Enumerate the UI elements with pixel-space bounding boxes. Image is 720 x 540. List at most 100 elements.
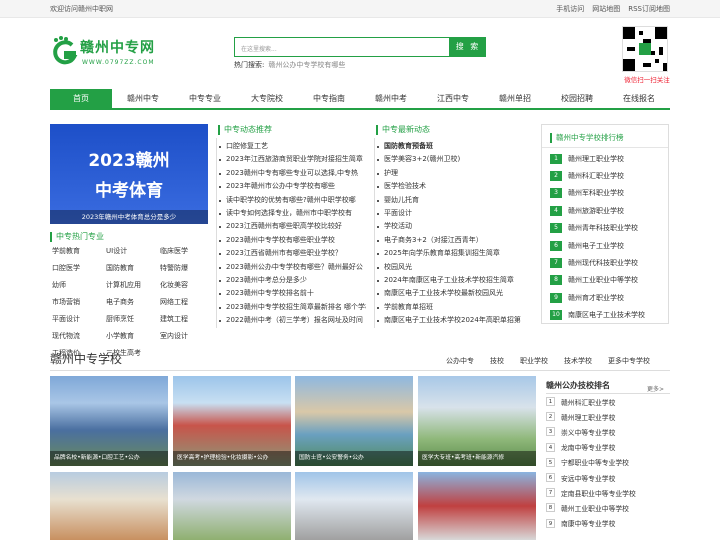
- school-card[interactable]: 医学高考•护理检验•化妆摄影•公办: [173, 376, 291, 466]
- news-link[interactable]: 口腔修复工艺: [218, 140, 366, 153]
- news-link[interactable]: 2023年江西旅游商贸职业学院对接招生简章: [218, 153, 366, 166]
- public-rank-item[interactable]: 6 安远中等专业学校: [546, 470, 670, 485]
- major-link[interactable]: 厨师烹饪: [106, 314, 158, 324]
- news-link[interactable]: 医学美容3+2(赣州卫校): [376, 153, 526, 166]
- tab-more[interactable]: 更多中专学校: [608, 356, 650, 366]
- major-link[interactable]: 电子商务: [106, 297, 158, 307]
- public-rank-more[interactable]: 更多>: [647, 384, 664, 393]
- major-link[interactable]: 幼师: [52, 280, 104, 290]
- nav-item[interactable]: 中专指南: [298, 89, 360, 108]
- news-link[interactable]: 学校活动: [376, 220, 526, 233]
- news-link[interactable]: 南康区电子工业技术学校2024年高职单招第: [376, 314, 526, 327]
- major-link[interactable]: 临床医学: [160, 246, 212, 256]
- tab-tech-school[interactable]: 技术学校: [564, 356, 592, 366]
- public-rank-item[interactable]: 9 南康中等专业学校: [546, 516, 670, 531]
- school-card[interactable]: [50, 472, 168, 540]
- school-card[interactable]: 品牌名校•新能源•口腔工艺•公办: [50, 376, 168, 466]
- nav-item[interactable]: 江西中专: [422, 89, 484, 108]
- news-link[interactable]: 2025年向学乐教育单招集训招生简章: [376, 247, 526, 260]
- school-card[interactable]: 医学大专班•高考班•新能源汽修: [418, 376, 536, 466]
- news-link[interactable]: 读中专如何选择专业，赣州市中职学校有: [218, 207, 366, 220]
- major-link[interactable]: 口腔医学: [52, 263, 104, 273]
- nav-item[interactable]: 在线报名: [608, 89, 670, 108]
- major-link[interactable]: 室内设计: [160, 331, 212, 341]
- news-link[interactable]: 2023赣州中专学校排名前十: [218, 287, 366, 300]
- major-link[interactable]: 小学教育: [106, 331, 158, 341]
- news-link[interactable]: 婴幼儿托育: [376, 194, 526, 207]
- news-link[interactable]: 读中职学校的优势有哪些?赣州中职学校哪: [218, 194, 366, 207]
- nav-item[interactable]: 中专专业: [174, 89, 236, 108]
- news-link[interactable]: 学前教育单招班: [376, 301, 526, 314]
- rank-item[interactable]: 7 赣州现代科技职业学校: [550, 254, 666, 271]
- news-link[interactable]: 2023赣州公办中专学校有哪些？赣州最好公: [218, 261, 366, 274]
- public-rank-item[interactable]: 4 龙南中等专业学校: [546, 440, 670, 455]
- news-link[interactable]: 2023江西省赣州市有哪些职业学校？: [218, 247, 366, 260]
- hot-search-keyword[interactable]: 赣州公办中专学校有哪些: [268, 61, 345, 69]
- rank-item[interactable]: 8 赣州工业职业中等学校: [550, 272, 666, 289]
- public-rank-item[interactable]: 5 宁都职业中等专业学校: [546, 455, 670, 470]
- rank-item[interactable]: 6 赣州电子工业学校: [550, 237, 666, 254]
- news-link[interactable]: 国防教育预备班: [376, 140, 526, 153]
- rank-item[interactable]: 3 赣州军科职业学校: [550, 185, 666, 202]
- nav-item[interactable]: 大专院校: [236, 89, 298, 108]
- news-link[interactable]: 2023年赣州市公办中专学校有哪些: [218, 180, 366, 193]
- news-link[interactable]: 医学检验技术: [376, 180, 526, 193]
- major-link[interactable]: 学前教育: [52, 246, 104, 256]
- tab-public[interactable]: 公办中专: [446, 356, 474, 366]
- public-rank-item[interactable]: 7 定南县职业中等专业学校: [546, 485, 670, 500]
- public-rank-item[interactable]: 2 赣州理工职业学校: [546, 409, 670, 424]
- tab-technical[interactable]: 技校: [490, 356, 504, 366]
- news-link[interactable]: 平面设计: [376, 207, 526, 220]
- school-card-caption: 医学高考•护理检验•化妆摄影•公办: [173, 451, 291, 466]
- search-input[interactable]: 在这里搜索...: [234, 37, 450, 57]
- rank-item[interactable]: 9 赣州育才职业学校: [550, 289, 666, 306]
- news-link[interactable]: 校园风光: [376, 261, 526, 274]
- rank-item[interactable]: 10 南康区电子工业技术学校: [550, 307, 666, 324]
- nav-item[interactable]: 赣州单招: [484, 89, 546, 108]
- news-link[interactable]: 2023赣州中专学校招生简章最新排名 哪个学校比: [218, 301, 366, 314]
- news-link[interactable]: 护理: [376, 167, 526, 180]
- rank-item[interactable]: 2 赣州科汇职业学校: [550, 167, 666, 184]
- news-link[interactable]: 电子商务3+2（对接江西青年）: [376, 234, 526, 247]
- site-logo[interactable]: 赣州中专网 WWW.0797ZZ.COM: [50, 35, 160, 73]
- news-link[interactable]: 2023江西赣州有哪些职高学校比较好: [218, 220, 366, 233]
- schools-tabs: 公办中专 技校 职业学校 技术学校 更多中专学校: [446, 356, 650, 366]
- banner-image[interactable]: 2023赣州 中考体育 2023年赣州中考体育总分是多少: [50, 124, 208, 224]
- news-link[interactable]: 2023赣州中考总分是多少: [218, 274, 366, 287]
- major-link[interactable]: 建筑工程: [160, 314, 212, 324]
- rss-link[interactable]: RSS订阅地图: [628, 4, 670, 14]
- nav-home[interactable]: 首页: [50, 89, 112, 108]
- rank-item[interactable]: 4 赣州旅游职业学校: [550, 202, 666, 219]
- public-rank-item[interactable]: 1 赣州科汇职业学校: [546, 394, 670, 409]
- news-link[interactable]: 2023赣州中专学校有哪些职业学校: [218, 234, 366, 247]
- major-link[interactable]: 市场营销: [52, 297, 104, 307]
- major-link[interactable]: 平面设计: [52, 314, 104, 324]
- banner-caption[interactable]: 2023年赣州中考体育总分是多少: [50, 210, 208, 224]
- major-link[interactable]: 计算机应用: [106, 280, 158, 290]
- major-link[interactable]: 特警防爆: [160, 263, 212, 273]
- mobile-link[interactable]: 手机访问: [556, 4, 584, 14]
- sitemap-link[interactable]: 网站地图: [592, 4, 620, 14]
- rank-item[interactable]: 1 赣州理工职业学校: [550, 150, 666, 167]
- news-link[interactable]: 南康区电子工业技术学校最新校园风光: [376, 287, 526, 300]
- news-link[interactable]: 2022赣州中考（初三学考）报名网址及时间: [218, 314, 366, 327]
- rank-item[interactable]: 5 赣州青年科技职业学校: [550, 220, 666, 237]
- public-rank-item[interactable]: 8 赣州工业职业中等学校: [546, 500, 670, 515]
- tab-vocational[interactable]: 职业学校: [520, 356, 548, 366]
- major-link[interactable]: 化妆美容: [160, 280, 212, 290]
- major-link[interactable]: 现代物流: [52, 331, 104, 341]
- nav-item[interactable]: 赣州中考: [360, 89, 422, 108]
- search-button[interactable]: 搜 索: [450, 37, 486, 57]
- school-card[interactable]: [173, 472, 291, 540]
- news-link[interactable]: 2023赣州中专有哪些专业可以选择,中专热: [218, 167, 366, 180]
- major-link[interactable]: 国防教育: [106, 263, 158, 273]
- school-card[interactable]: 国防士官•公安警务•公办: [295, 376, 413, 466]
- nav-item[interactable]: 校园招聘: [546, 89, 608, 108]
- public-rank-item[interactable]: 3 崇义中等专业学校: [546, 424, 670, 439]
- school-card[interactable]: [295, 472, 413, 540]
- school-card[interactable]: [418, 472, 536, 540]
- major-link[interactable]: UI设计: [106, 246, 158, 256]
- major-link[interactable]: 网络工程: [160, 297, 212, 307]
- nav-item[interactable]: 赣州中专: [112, 89, 174, 108]
- news-link[interactable]: 2024年南康区电子工业技术学校招生简章: [376, 274, 526, 287]
